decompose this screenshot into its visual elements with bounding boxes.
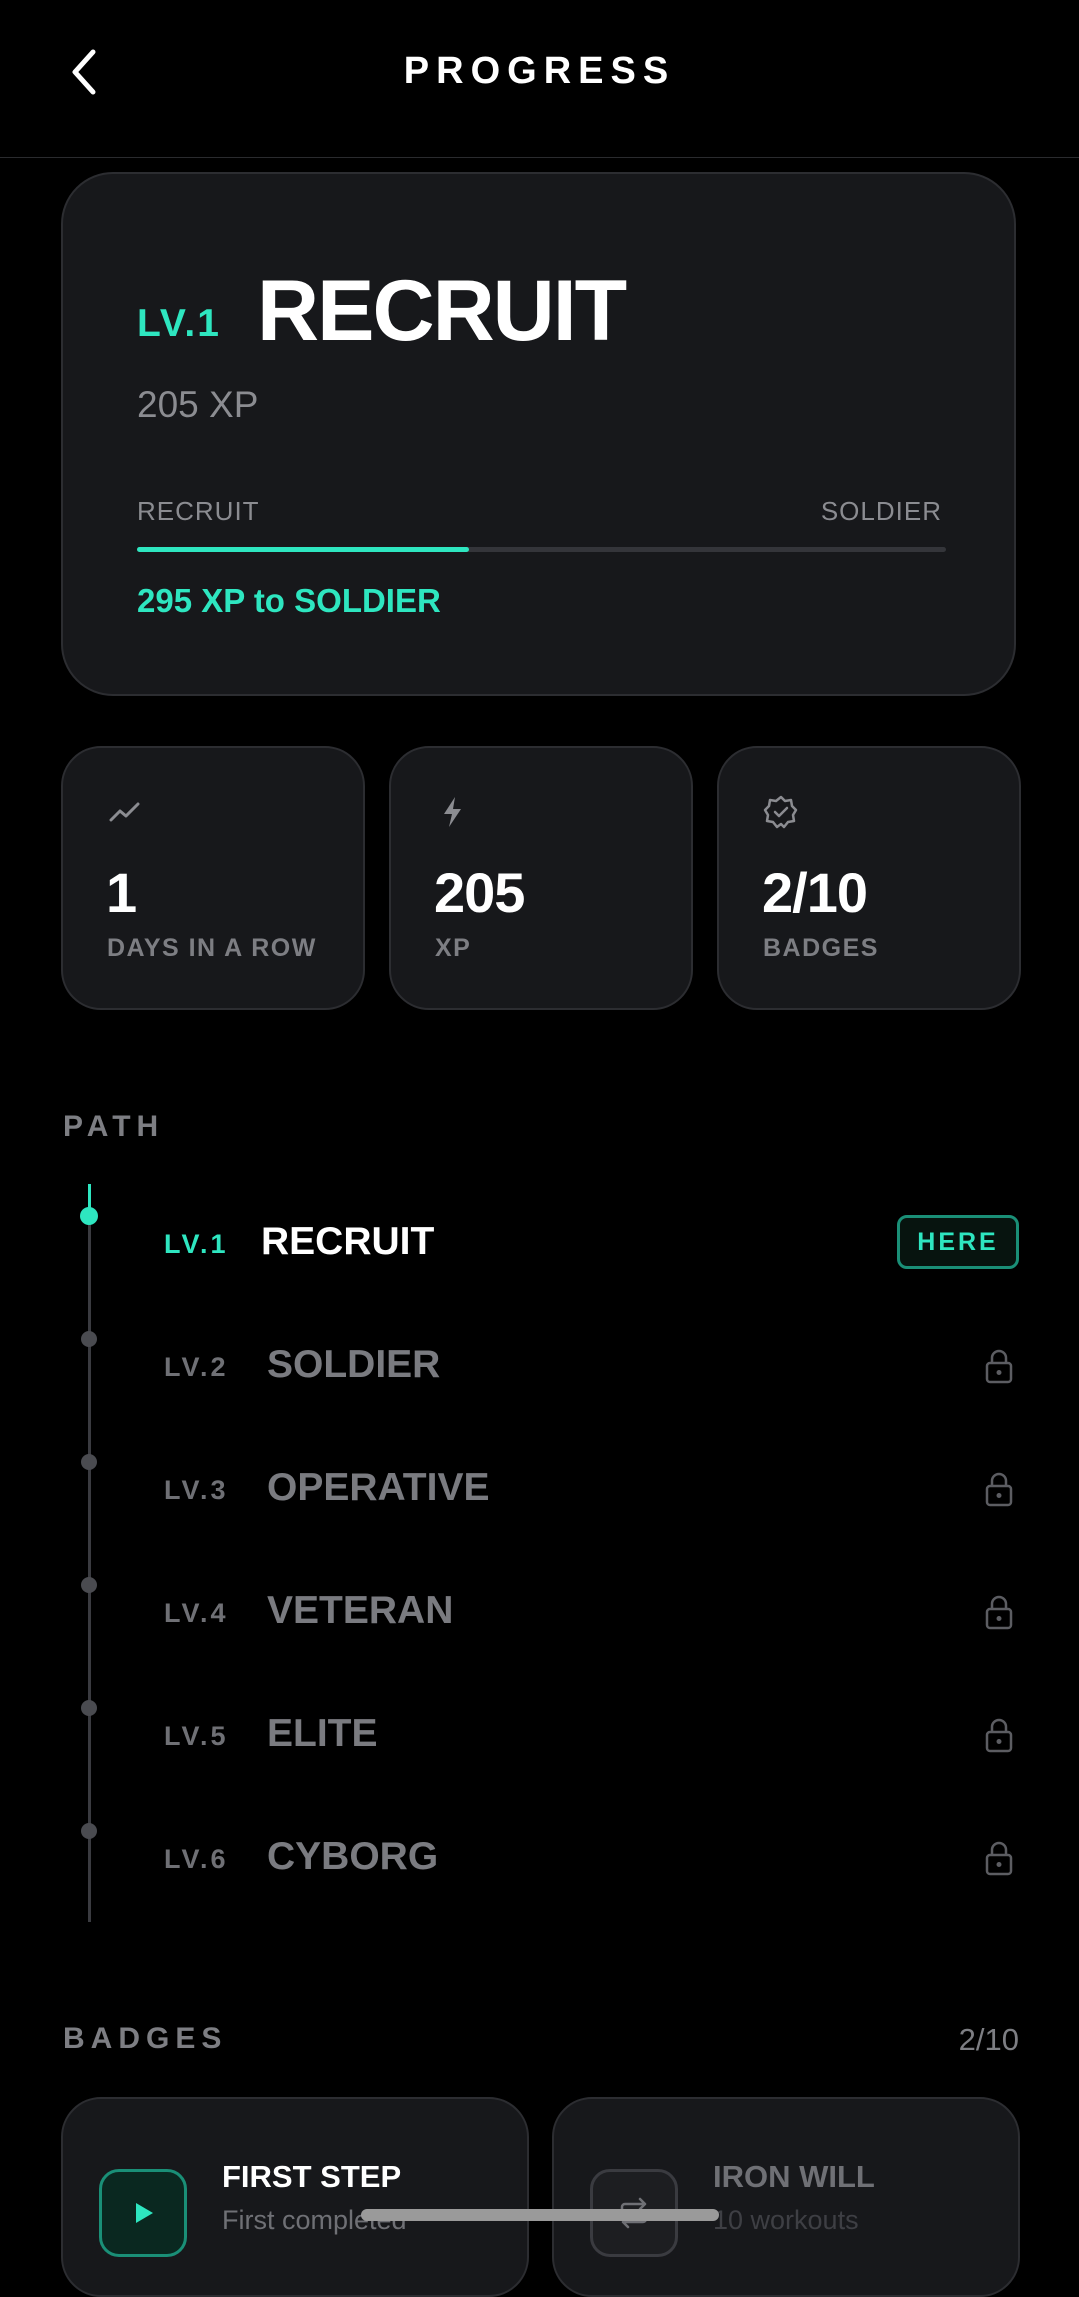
lock-icon — [985, 1349, 1013, 1384]
play-icon — [136, 2203, 153, 2223]
bolt-icon — [444, 797, 461, 827]
badges-heading: BADGES — [63, 2022, 228, 2055]
path-node-current — [80, 1207, 98, 1225]
stat-label: XP — [435, 934, 472, 962]
current-level-badge: HERE — [897, 1215, 1019, 1269]
path-level-name: ELITE — [267, 1712, 378, 1755]
path-node — [81, 1577, 97, 1593]
path-node — [81, 1454, 97, 1470]
level-progress-fill — [137, 547, 469, 552]
path-level-name: CYBORG — [267, 1835, 439, 1878]
level-card: LV.1 RECRUIT 205 XP RECRUIT SOLDIER 295 … — [61, 172, 1016, 696]
path-level-number: LV.6 — [164, 1844, 229, 1874]
stat-card-xp: 205 XP — [389, 746, 693, 1010]
path-level-name: SOLDIER — [267, 1343, 441, 1386]
current-rank-title: RECRUIT — [257, 263, 627, 359]
stat-value: 2/10 — [762, 861, 868, 924]
path-node — [81, 1331, 97, 1347]
stat-label: BADGES — [763, 934, 879, 962]
level-progress-bar — [137, 547, 946, 552]
path-level-name: RECRUIT — [261, 1220, 435, 1263]
badge-card-iron-will[interactable]: IRON WILL 10 workouts — [552, 2097, 1020, 2297]
path-level-name: VETERAN — [267, 1589, 454, 1632]
badge-name: IRON WILL — [713, 2159, 875, 2194]
progress-to-label: SOLDIER — [820, 496, 942, 526]
xp-to-next-level: 295 XP to SOLDIER — [137, 582, 441, 619]
badges-count: 2/10 — [958, 2022, 1019, 2057]
stat-card-badges: 2/10 BADGES — [717, 746, 1021, 1010]
badge-check-icon — [763, 795, 798, 829]
page-title: PROGRESS — [403, 50, 676, 92]
path-timeline — [88, 1184, 91, 1922]
trend-icon — [109, 802, 140, 822]
path-level-number: LV.1 — [164, 1229, 229, 1259]
path-node — [81, 1700, 97, 1716]
path-level-number: LV.5 — [164, 1721, 229, 1751]
badge-icon-frame — [99, 2169, 187, 2257]
path-heading: PATH — [63, 1110, 165, 1143]
path-node — [81, 1823, 97, 1839]
lock-icon — [985, 1841, 1013, 1876]
path-level-name: OPERATIVE — [267, 1466, 490, 1509]
stat-label: DAYS IN A ROW — [107, 934, 317, 962]
stat-card-streak: 1 DAYS IN A ROW — [61, 746, 365, 1010]
current-level-tag: LV.1 — [137, 302, 221, 345]
badge-description: 10 workouts — [713, 2205, 859, 2235]
top-bar: PROGRESS — [0, 0, 1079, 158]
lock-icon — [985, 1718, 1013, 1753]
lock-icon — [985, 1472, 1013, 1507]
stat-value: 205 — [434, 861, 525, 924]
stat-value: 1 — [106, 861, 137, 924]
progress-from-label: RECRUIT — [137, 496, 260, 526]
badge-card-first-step[interactable]: FIRST STEP First completed — [61, 2097, 529, 2297]
path-level-number: LV.3 — [164, 1475, 229, 1505]
badge-name: FIRST STEP — [222, 2159, 402, 2194]
home-indicator[interactable] — [361, 2209, 719, 2221]
path-level-number: LV.2 — [164, 1352, 229, 1382]
current-xp: 205 XP — [137, 384, 259, 425]
path-level-number: LV.4 — [164, 1598, 229, 1628]
lock-icon — [985, 1595, 1013, 1630]
